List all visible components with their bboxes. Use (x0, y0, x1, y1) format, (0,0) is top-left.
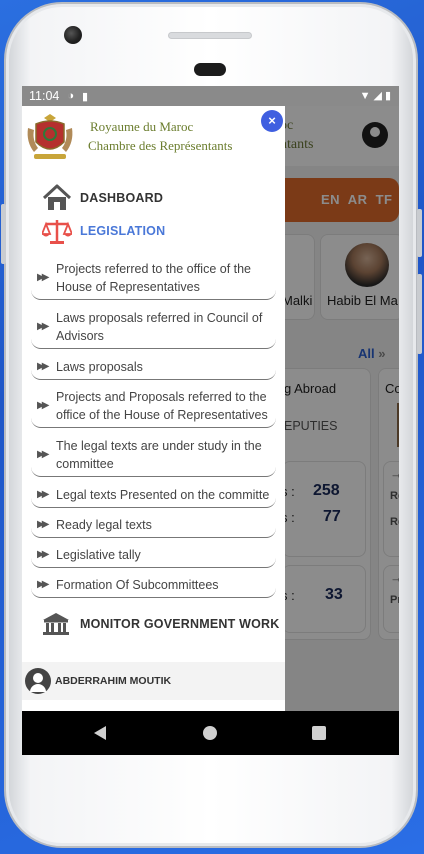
device-screen: 11:04 ◑ ▮ ▼ ◢ ▮ oc ntants EN AR TF Malki… (22, 86, 399, 755)
scales-icon (42, 220, 72, 244)
logo-title-line1: Royaume du Maroc (90, 119, 194, 134)
government-building-icon (43, 613, 69, 635)
user-avatar-icon (25, 668, 51, 694)
nav-label-monitor: MONITOR GOVERNMENT WORK (80, 617, 280, 631)
double-arrow-icon: ▶▶ (37, 361, 49, 372)
sub-item-label: Laws proposals referred in Council of Ad… (56, 310, 263, 343)
legislation-sub-item[interactable]: ▶▶ Projects and Proposals referred to th… (31, 384, 276, 428)
sub-item-label: The legal texts are under study in the c… (56, 438, 262, 471)
legislation-sub-item[interactable]: ▶▶ The legal texts are under study in th… (31, 433, 276, 477)
nav-item-legislation[interactable]: LEGISLATION (42, 217, 165, 245)
status-right: ▼ ◢ ▮ (359, 89, 391, 103)
double-arrow-icon: ▶▶ (37, 579, 49, 590)
battery-icon: ▮ (384, 90, 391, 102)
double-arrow-icon: ▶▶ (37, 519, 49, 530)
sub-item-label: Legislative tally (56, 547, 141, 562)
sub-item-label: Formation Of Subcommittees (56, 577, 219, 592)
power-button (417, 209, 422, 257)
nav-item-monitor-government-work[interactable]: MONITOR GOVERNMENT WORK (42, 612, 280, 636)
volume-button (1, 204, 6, 264)
coat-of-arms-icon (27, 114, 73, 159)
double-arrow-icon: ▶▶ (37, 272, 49, 283)
recent-apps-icon[interactable] (312, 726, 326, 740)
status-time: 11:04 (29, 89, 60, 103)
parliament-logo: Royaume du Maroc Chambre des Représentan… (24, 108, 260, 163)
nav-item-dashboard[interactable]: DASHBOARD (42, 184, 163, 212)
legislation-sub-item[interactable]: ▶▶ Formation Of Subcommittees (31, 572, 276, 598)
back-icon[interactable] (94, 726, 106, 740)
close-icon: × (268, 113, 276, 128)
signal-icon: ◢ (373, 90, 382, 102)
legislation-sub-item[interactable]: ▶▶ Legislative tally (31, 542, 276, 568)
double-arrow-icon: ▶▶ (37, 489, 49, 500)
user-profile-footer[interactable]: ABDERRAHIM MOUTIK (22, 662, 285, 700)
legislation-sub-item[interactable]: ▶▶ Ready legal texts (31, 512, 276, 538)
sub-item-label: Projects referred to the office of the H… (56, 261, 252, 294)
earpiece-grille (168, 32, 252, 39)
wifi-icon: ▼ (359, 89, 371, 102)
legislation-sub-item[interactable]: ▶▶ Projects referred to the office of th… (31, 256, 276, 300)
speaker (194, 63, 226, 76)
sync-icon: ◑ (67, 90, 75, 102)
sub-item-label: Ready legal texts (56, 517, 152, 532)
side-button (417, 274, 422, 354)
status-bar: 11:04 ◑ ▮ ▼ ◢ ▮ (22, 86, 399, 106)
legislation-sub-item[interactable]: ▶▶ Laws proposals (31, 354, 276, 380)
user-name: ABDERRAHIM MOUTIK (55, 675, 172, 687)
navigation-drawer: Royaume du Maroc Chambre des Représentan… (22, 106, 285, 711)
sub-item-label: Laws proposals (56, 359, 143, 374)
close-drawer-button[interactable]: × (261, 110, 283, 132)
legislation-sub-item[interactable]: ▶▶ Laws proposals referred in Council of… (31, 305, 276, 349)
android-navigation-bar (22, 711, 399, 755)
double-arrow-icon: ▶▶ (37, 549, 49, 560)
sub-item-label: Projects and Proposals referred to the o… (56, 389, 268, 422)
logo-title-line2: Chambre des Représentants (88, 138, 233, 153)
nav-label-dashboard: DASHBOARD (80, 191, 164, 205)
double-arrow-icon: ▶▶ (37, 400, 49, 411)
front-camera (64, 26, 82, 44)
sd-card-icon: ▮ (82, 90, 89, 103)
home-icon (42, 184, 72, 210)
nav-label-legislation: LEGISLATION (80, 224, 166, 238)
double-arrow-icon: ▶▶ (37, 321, 49, 332)
double-arrow-icon: ▶▶ (37, 449, 49, 460)
legislation-sub-item[interactable]: ▶▶ Legal texts Presented on the committe (31, 482, 276, 508)
sub-item-label: Legal texts Presented on the committe (56, 487, 270, 502)
home-button-icon[interactable] (203, 726, 217, 740)
